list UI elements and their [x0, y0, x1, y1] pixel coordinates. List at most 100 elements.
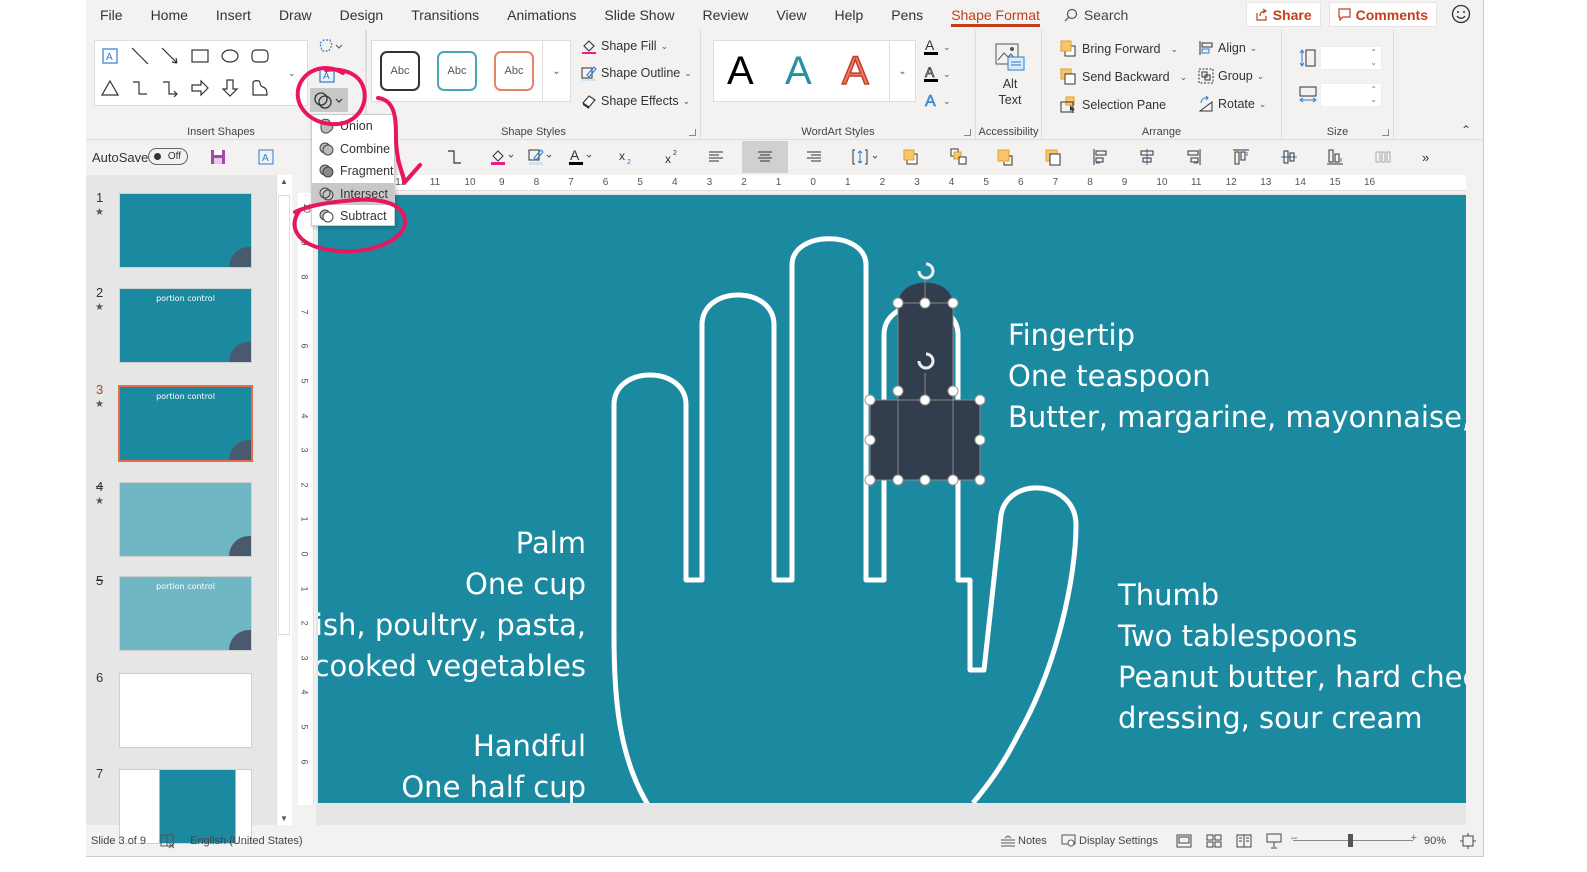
shape-fill-button[interactable]: Shape Fill ⌄: [581, 38, 668, 54]
superscript-icon[interactable]: x2: [664, 141, 680, 173]
size-launcher-icon[interactable]: [1382, 129, 1389, 136]
tab-draw[interactable]: Draw: [265, 0, 326, 30]
rounded-rectangle-shape-icon[interactable]: [249, 45, 271, 67]
wordart-preset-red-outline[interactable]: A: [841, 48, 869, 94]
fill-color-icon[interactable]: [490, 141, 516, 173]
menu-item-fragment[interactable]: Fragment: [312, 160, 394, 183]
tab-design[interactable]: Design: [326, 0, 398, 30]
scroll-down-icon[interactable]: ▼: [280, 814, 288, 823]
wordart-launcher-icon[interactable]: [964, 129, 971, 136]
tab-shape-format[interactable]: Shape Format: [937, 0, 1054, 30]
slide-thumbnail[interactable]: [119, 482, 252, 557]
shape-styles-more-button[interactable]: ⌄: [542, 41, 570, 101]
slide-thumbnail[interactable]: portion control: [119, 576, 252, 651]
subscript-icon[interactable]: x2: [618, 141, 634, 173]
style-preset-dark[interactable]: Abc: [380, 51, 420, 91]
text-fill-button[interactable]: A ⌄: [923, 38, 951, 56]
distribute-horizontally-icon[interactable]: [1374, 141, 1392, 173]
text-effects-button[interactable]: A ⌄: [923, 92, 951, 110]
tab-review[interactable]: Review: [688, 0, 762, 30]
menu-item-combine[interactable]: Combine: [312, 138, 394, 161]
align-center-horizontal-icon[interactable]: [1138, 141, 1156, 173]
spin-down-icon[interactable]: ⌄: [1370, 95, 1377, 104]
slide-thumbnail[interactable]: portion control: [118, 385, 253, 462]
save-icon[interactable]: [210, 141, 226, 173]
merge-shapes-button[interactable]: [310, 88, 348, 112]
send-backward-small-icon[interactable]: [950, 141, 968, 173]
bring-forward-button[interactable]: Bring Forward ⌄: [1060, 40, 1178, 58]
tab-transitions[interactable]: Transitions: [397, 0, 493, 30]
style-preset-teal[interactable]: Abc: [437, 51, 477, 91]
slide-3[interactable]: Fingertip One teaspoon Butter, margarine…: [318, 195, 1466, 803]
send-to-back-icon[interactable]: [1044, 141, 1062, 173]
draw-text-box-icon[interactable]: A: [316, 64, 338, 86]
scroll-up-icon[interactable]: ▲: [280, 177, 288, 186]
align-bottom-icon[interactable]: [1326, 141, 1344, 173]
menu-item-union[interactable]: Union: [312, 115, 394, 138]
elbow-connector-icon[interactable]: [446, 141, 462, 173]
elbow-arrow-connector-shape-icon[interactable]: [159, 77, 181, 99]
triangle-shape-icon[interactable]: [99, 77, 121, 99]
display-settings-button[interactable]: Display Settings: [1061, 834, 1158, 848]
freeform-shape-icon[interactable]: [249, 77, 271, 99]
tab-pens[interactable]: Pens: [877, 0, 937, 30]
palm-text[interactable]: Palm One cup Fish, poultry, pasta, cooke…: [318, 523, 586, 687]
shape-styles-launcher-icon[interactable]: [689, 129, 696, 136]
align-button[interactable]: Align ⌄: [1198, 40, 1257, 56]
slide-show-icon[interactable]: [1266, 833, 1282, 849]
reading-view-icon[interactable]: [1236, 834, 1252, 848]
spin-down-icon[interactable]: ⌄: [1370, 58, 1377, 67]
rotate-button[interactable]: Rotate ⌄: [1198, 96, 1266, 112]
zoom-slider-thumb[interactable]: [1348, 834, 1353, 847]
collapse-ribbon-icon[interactable]: ⌃: [1461, 123, 1471, 137]
vertical-align-icon[interactable]: [852, 141, 882, 173]
zoom-level[interactable]: 90%: [1424, 835, 1446, 847]
text-box-shape-icon[interactable]: A: [99, 45, 121, 67]
align-top-icon[interactable]: [1232, 141, 1250, 173]
shapes-more-button[interactable]: ⌄: [280, 40, 308, 106]
text-outline-button[interactable]: A ⌄: [923, 65, 951, 83]
tab-animations[interactable]: Animations: [493, 0, 590, 30]
slide-thumbnail[interactable]: portion control: [119, 288, 252, 363]
align-right-icon[interactable]: [806, 141, 822, 173]
right-arrow-shape-icon[interactable]: [189, 77, 211, 99]
share-button[interactable]: Share: [1245, 2, 1321, 27]
shape-height-input[interactable]: ⌃ ⌄: [1320, 46, 1382, 70]
zoom-in-icon[interactable]: +: [1411, 832, 1417, 844]
tab-view[interactable]: View: [762, 0, 820, 30]
fit-to-window-icon[interactable]: [1460, 833, 1476, 849]
wordart-preset-teal[interactable]: A: [785, 49, 812, 94]
elbow-connector-shape-icon[interactable]: [129, 77, 151, 99]
font-color-icon[interactable]: A: [568, 141, 594, 173]
thumbnails-scrollbar[interactable]: ▲ ▼: [276, 175, 292, 825]
align-objects-right-icon[interactable]: [1184, 141, 1202, 173]
slide-thumbnail[interactable]: [119, 193, 252, 268]
handful-text[interactable]: Handful One half cup: [401, 726, 586, 803]
tab-home[interactable]: Home: [137, 0, 202, 30]
wordart-more-button[interactable]: ⌄: [889, 41, 915, 101]
rectangle-shape-icon[interactable]: [189, 45, 211, 67]
shape-outline-button[interactable]: Shape Outline ⌄: [581, 65, 692, 81]
edit-shape-icon[interactable]: [316, 36, 346, 58]
send-backward-button[interactable]: Send Backward ⌄: [1060, 68, 1187, 86]
search-box[interactable]: Search: [1064, 7, 1128, 23]
spin-up-icon[interactable]: ⌃: [1370, 48, 1377, 57]
autosave-toggle[interactable]: Off: [148, 148, 188, 165]
tab-insert[interactable]: Insert: [202, 0, 265, 30]
outline-color-icon[interactable]: [528, 141, 554, 173]
menu-item-intersect[interactable]: Intersect: [312, 182, 394, 205]
tab-slide-show[interactable]: Slide Show: [590, 0, 688, 30]
group-button[interactable]: Group ⌄: [1198, 68, 1264, 84]
align-objects-left-icon[interactable]: [1092, 141, 1110, 173]
slide-thumbnail[interactable]: [119, 673, 252, 748]
zoom-slider[interactable]: – +: [1291, 832, 1417, 847]
feedback-smiley-icon[interactable]: [1451, 4, 1473, 26]
style-preset-orange[interactable]: Abc: [494, 51, 534, 91]
down-arrow-shape-icon[interactable]: [219, 77, 241, 99]
alt-text-button[interactable]: Alt Text: [990, 42, 1030, 108]
scrollbar-thumb[interactable]: [278, 195, 290, 635]
text-box-icon[interactable]: A: [258, 141, 274, 173]
language-indicator[interactable]: English (United States): [190, 835, 303, 847]
arrow-line-shape-icon[interactable]: [159, 45, 181, 67]
more-commands-icon[interactable]: »: [1422, 141, 1429, 173]
